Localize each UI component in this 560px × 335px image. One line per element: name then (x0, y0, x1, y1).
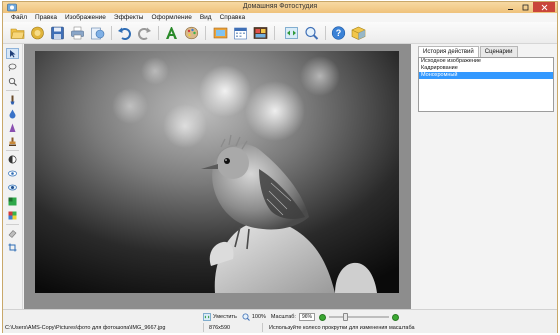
menu-file[interactable]: Файл (7, 13, 31, 22)
menu-bar: Файл Правка Изображение Эффекты Оформлен… (3, 13, 557, 22)
history-item[interactable]: Монохромный (419, 72, 553, 79)
tools-separator (6, 224, 19, 225)
stamp-icon[interactable] (6, 136, 19, 147)
zoom-icon[interactable] (303, 24, 320, 41)
fit-label: Уместить (213, 314, 237, 320)
scale-label: Масштаб: (270, 314, 296, 320)
main-toolbar: ? (3, 22, 557, 44)
status-separator (203, 323, 204, 332)
lasso-icon[interactable] (6, 62, 19, 73)
add-text-icon[interactable] (163, 24, 180, 41)
panel-tabs: История действий Сценарии (418, 46, 519, 58)
redo-icon[interactable] (136, 24, 153, 41)
undo-icon[interactable] (116, 24, 133, 41)
menu-effects[interactable]: Эффекты (110, 13, 148, 22)
side-panel: История действий Сценарии Исходное изобр… (413, 44, 557, 309)
redeye-icon[interactable] (6, 168, 19, 179)
select-arrow-icon[interactable] (6, 48, 19, 59)
contrast-icon[interactable] (6, 154, 19, 165)
drop-icon[interactable] (6, 108, 19, 119)
tools-separator (6, 150, 19, 151)
menu-help[interactable]: Справка (216, 13, 250, 22)
tab-scenarios[interactable]: Сценарии (479, 46, 518, 57)
export-icon[interactable] (89, 24, 106, 41)
menu-design[interactable]: Оформление (147, 13, 195, 22)
title-bar[interactable]: Домашняя Фотостудия (3, 2, 557, 13)
palette-icon[interactable] (183, 24, 200, 41)
maximize-button[interactable] (518, 2, 533, 12)
gradient-icon[interactable] (6, 196, 19, 207)
zoom-slider-thumb[interactable] (342, 313, 348, 321)
status-separator (262, 323, 263, 332)
cone-icon[interactable] (6, 122, 19, 133)
minimize-button[interactable] (503, 2, 518, 12)
photo-image (35, 51, 399, 293)
left-tools-panel (3, 44, 23, 309)
eraser-icon[interactable] (6, 228, 19, 239)
file-path: C:\Users\AMS-Copy\Pictures\фото для фото… (5, 325, 166, 331)
browse-photos-icon[interactable] (29, 24, 46, 41)
fit-window-icon (203, 313, 211, 321)
close-button[interactable] (533, 2, 555, 12)
magnifier-tool-icon[interactable] (6, 76, 19, 87)
print-icon[interactable] (69, 24, 86, 41)
toolbar-separator (325, 26, 326, 40)
fit-icon[interactable] (283, 24, 300, 41)
scale-field[interactable]: 96% (298, 313, 315, 321)
toolbar-separator (205, 26, 206, 40)
zoom-in-button[interactable] (391, 313, 399, 321)
menu-edit[interactable]: Правка (31, 13, 61, 22)
zoom-out-button[interactable] (318, 313, 326, 321)
history-item[interactable]: Исходное изображение (419, 58, 553, 65)
image-canvas[interactable] (24, 44, 411, 309)
box-icon[interactable] (350, 24, 367, 41)
status-hint: Используйте колесо прокрутки для изменен… (269, 325, 415, 331)
toolbar-separator (274, 26, 275, 40)
toolbar-separator (158, 26, 159, 40)
color-swatch-icon[interactable] (6, 210, 19, 221)
open-folder-icon[interactable] (9, 24, 26, 41)
zoom-slider[interactable] (328, 313, 389, 321)
menu-view[interactable]: Вид (196, 13, 216, 22)
actual-size-label: 100% (251, 314, 266, 320)
image-dimensions: 876x590 (209, 325, 231, 331)
tools-separator (6, 90, 19, 91)
status-bar: Уместить 100% Масштаб: 96% C:\Users\AMS-… (3, 309, 557, 333)
zoom-controls: Уместить 100% Масштаб: 96% (203, 312, 399, 322)
brush-icon[interactable] (6, 94, 19, 105)
history-list: Исходное изображение Кадрирование Монохр… (418, 57, 554, 112)
frame-icon[interactable] (212, 24, 229, 41)
menu-image[interactable]: Изображение (61, 13, 110, 22)
help-icon[interactable]: ? (330, 24, 347, 41)
actual-size-icon (242, 313, 250, 321)
crop-icon[interactable] (6, 242, 19, 253)
svg-text:?: ? (336, 28, 342, 38)
save-icon[interactable] (49, 24, 66, 41)
history-item[interactable]: Кадрирование (419, 65, 553, 72)
actual-size-button[interactable]: 100% (242, 313, 266, 321)
window-title: Домашняя Фотостудия (242, 3, 318, 10)
calendar-icon[interactable] (232, 24, 249, 41)
collage-icon[interactable] (252, 24, 269, 41)
fit-button[interactable]: Уместить (203, 313, 237, 321)
eye-icon[interactable] (6, 182, 19, 193)
window-controls (503, 2, 555, 13)
app-window: Домашняя Фотостудия Файл Правка Изображе… (2, 1, 558, 333)
toolbar-separator (111, 26, 112, 40)
